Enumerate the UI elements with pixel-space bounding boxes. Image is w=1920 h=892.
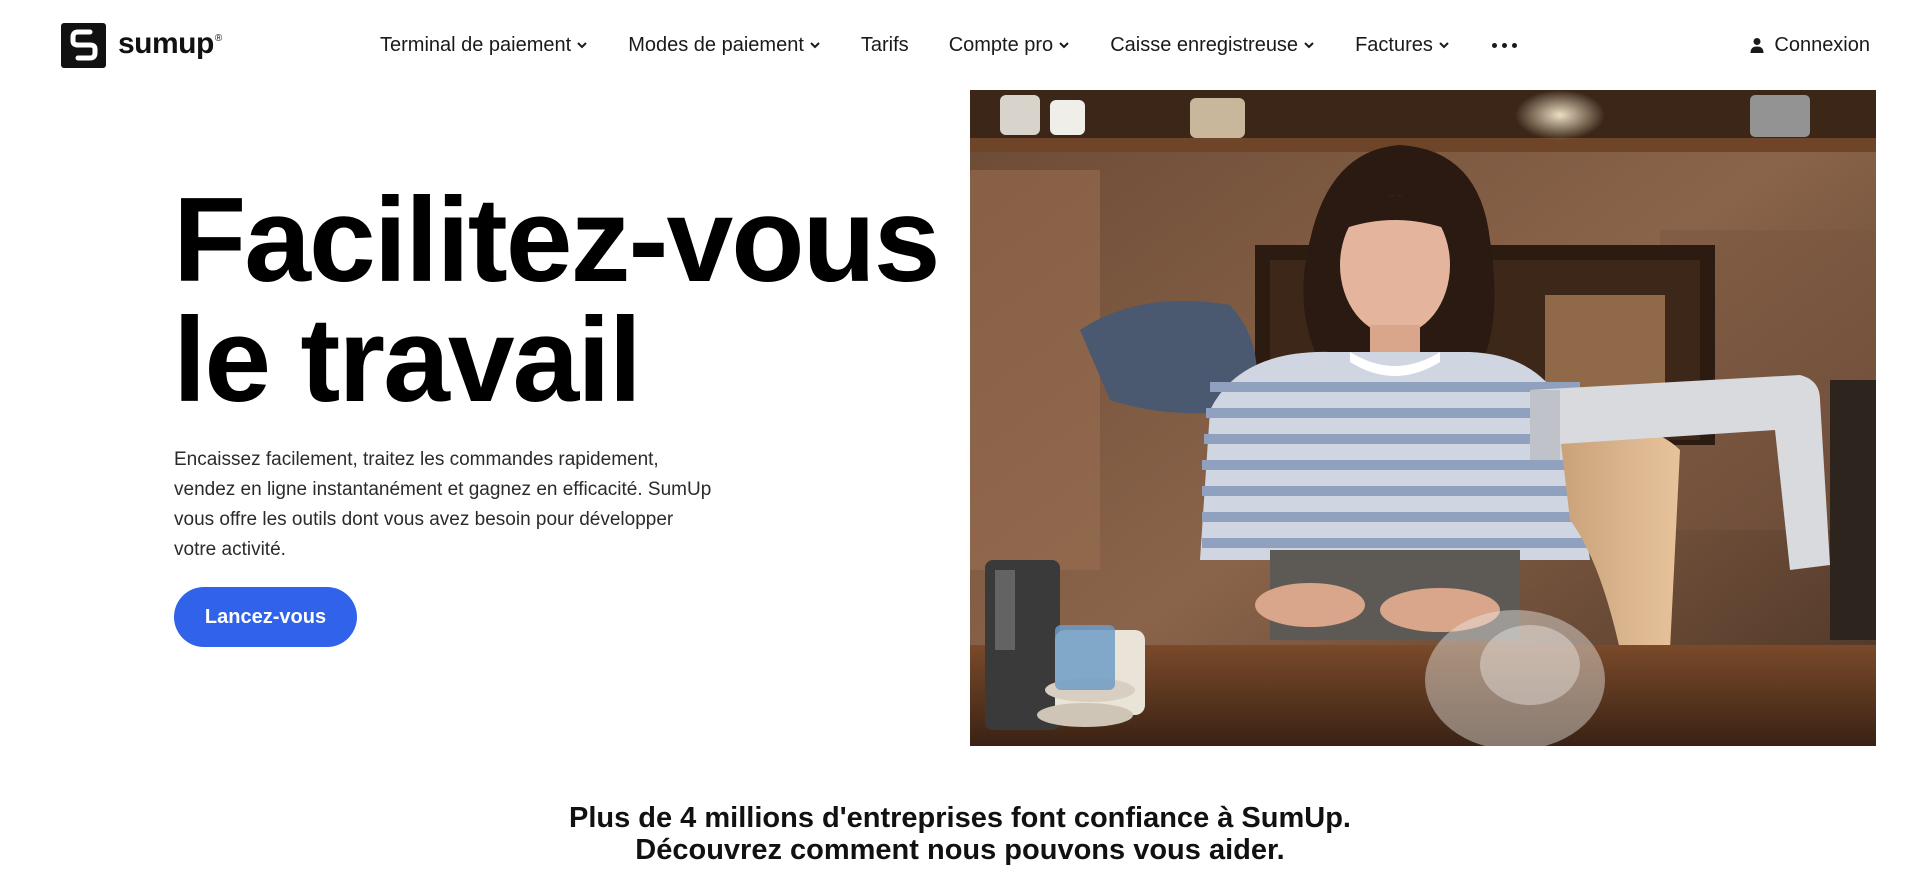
nav-item-caisse-enregistreuse[interactable]: Caisse enregistreuse: [1110, 34, 1315, 57]
nav-item-tarifs[interactable]: Tarifs: [861, 34, 909, 57]
chevron-down-icon: [576, 39, 588, 51]
dot: [1511, 42, 1517, 48]
sumup-logo-icon: [61, 22, 106, 68]
trust-line-1: Plus de 4 millions d'entreprises font co…: [568, 802, 1351, 834]
nav-item-label: Caisse enregistreuse: [1110, 33, 1299, 56]
nav-item-compte-pro[interactable]: Compte pro: [949, 34, 1071, 57]
nav-item-terminal-de-paiement[interactable]: Terminal de paiement: [380, 34, 588, 57]
registered-mark: ®: [214, 33, 222, 44]
hero-title: Facilitez-vous le travail: [173, 173, 941, 427]
sumup-logo[interactable]: sumup®: [61, 22, 222, 68]
nav-item-label: Factures: [1355, 33, 1433, 56]
dot: [1491, 42, 1497, 48]
nav-item-factures[interactable]: Factures: [1355, 34, 1450, 57]
get-started-button[interactable]: Lancez-vous: [174, 587, 357, 647]
nav-item-label: Compte pro: [948, 33, 1054, 56]
hero-title-line-2: le travail: [173, 293, 642, 427]
main-nav: Terminal de paiement Modes de paiement T…: [380, 30, 1519, 60]
more-dots-icon[interactable]: [1490, 30, 1519, 60]
chevron-down-icon: [1438, 39, 1450, 51]
chevron-down-icon: [1303, 39, 1315, 51]
nav-item-label: Terminal de paiement: [380, 33, 572, 56]
login-label: Connexion: [1774, 33, 1870, 56]
chevron-down-icon: [809, 39, 821, 51]
chevron-down-icon: [1058, 39, 1070, 51]
hero-title-line-1: Facilitez-vous: [173, 173, 941, 307]
user-icon: [1749, 37, 1765, 53]
brand-name: sumup: [118, 27, 214, 60]
trust-line-2: Découvrez comment nous pouvons vous aide…: [635, 834, 1285, 866]
nav-item-label: Tarifs: [860, 33, 909, 56]
brand-wordmark: sumup®: [118, 27, 222, 61]
trust-statement: Plus de 4 millions d'entreprises font co…: [0, 802, 1920, 866]
hero-description: Encaissez facilement, traitez les comman…: [174, 449, 712, 560]
site-header: sumup® Terminal de paiement Modes de pai…: [0, 0, 1920, 90]
login-link[interactable]: Connexion: [1749, 30, 1870, 60]
dot: [1501, 42, 1507, 48]
nav-item-label: Modes de paiement: [628, 33, 804, 56]
hero-photo: [970, 90, 1876, 746]
nav-item-modes-de-paiement[interactable]: Modes de paiement: [628, 34, 821, 57]
